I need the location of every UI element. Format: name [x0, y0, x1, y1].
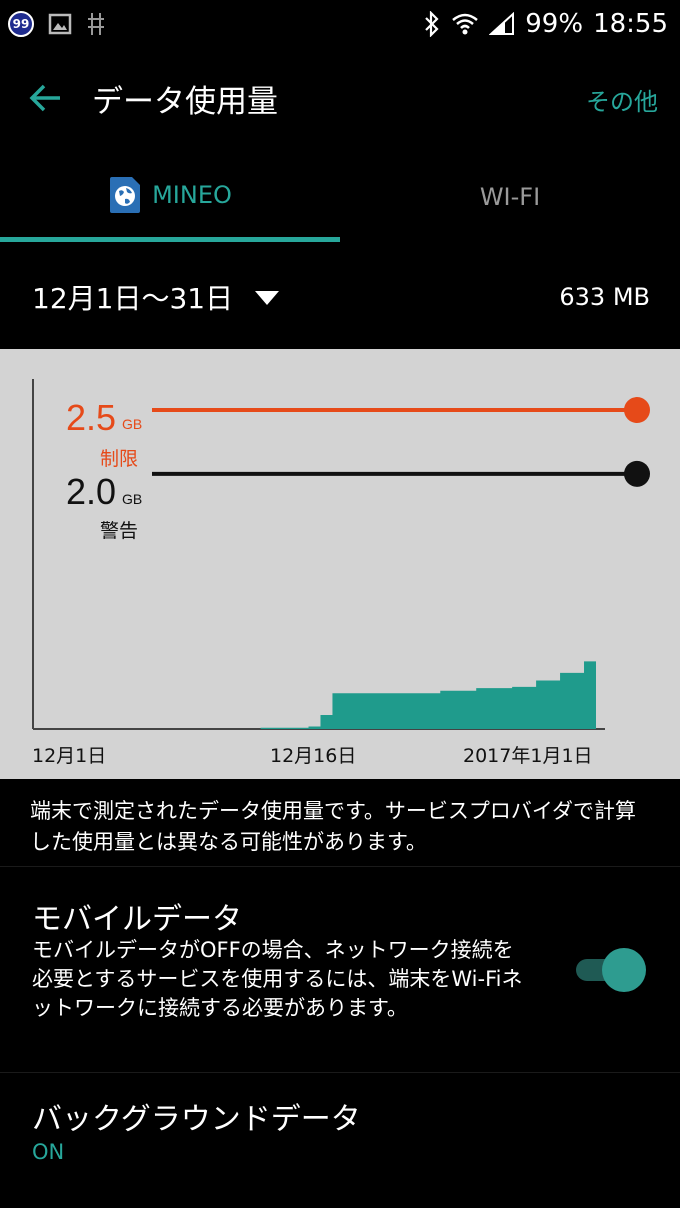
toggle-thumb	[602, 948, 646, 992]
mobile-data-title[interactable]: モバイルデータ	[32, 894, 242, 938]
limit-unit: GB	[122, 416, 143, 432]
x-tick-label: 12月1日	[32, 745, 107, 767]
x-tick-label: 12月16日	[270, 745, 357, 767]
status-time: 18:55	[593, 9, 668, 39]
tab-wifi-label: WI-FI	[479, 183, 541, 211]
page-title: データ使用量	[92, 84, 278, 120]
tab-bar: MINEO WI-FI	[0, 152, 680, 242]
mobile-data-description: モバイルデータがOFFの場合、ネットワーク接続を必要とするサービスを使用するには…	[32, 938, 523, 1020]
mobile-data-toggle[interactable]	[574, 946, 650, 994]
warning-value[interactable]: 2.0	[66, 471, 116, 513]
usage-area	[33, 660, 596, 729]
bluetooth-icon	[425, 11, 439, 37]
back-arrow-icon[interactable]	[24, 76, 68, 120]
limit-handle[interactable]	[624, 397, 650, 424]
total-usage: 633 MB	[559, 283, 650, 311]
tab-mineo[interactable]: MINEO	[0, 152, 340, 242]
warning-handle[interactable]	[624, 460, 650, 487]
background-data-status: ON	[32, 1140, 65, 1164]
limit-label: 制限	[100, 449, 139, 470]
dropdown-arrow-icon[interactable]	[254, 290, 280, 306]
more-button[interactable]: その他	[586, 82, 658, 117]
signal-icon	[489, 12, 515, 35]
divider	[0, 866, 680, 867]
warning-unit: GB	[122, 491, 143, 507]
usage-description: 端末で測定されたデータ使用量です。サービスプロバイダで計算した使用量とは異なる可…	[30, 799, 637, 854]
tab-mineo-label: MINEO	[152, 180, 232, 209]
notification-count-badge: 99	[8, 11, 34, 37]
status-bar: 99 99% 18:55	[0, 0, 680, 48]
usb-debug-icon	[88, 13, 104, 35]
tab-wifi[interactable]: WI-FI	[340, 152, 680, 242]
period-selector[interactable]: 12月1日〜31日	[32, 277, 233, 317]
wifi-icon	[452, 13, 479, 35]
background-data-title[interactable]: バックグラウンドデータ	[32, 1094, 361, 1138]
limit-value[interactable]: 2.5	[66, 397, 116, 439]
app-bar: データ使用量 その他	[0, 48, 680, 152]
billing-period-row: 12月1日〜31日 633 MB	[0, 262, 680, 332]
data-usage-chart: 2.5 GB 制限 2.0 GB 警告 12月1日 12月16日 2017年1月…	[0, 349, 680, 779]
battery-percent: 99%	[525, 9, 584, 39]
x-tick-label: 2017年1月1日	[463, 745, 593, 767]
sim-globe-icon	[110, 176, 141, 213]
gallery-icon	[48, 13, 72, 35]
warning-label: 警告	[100, 521, 139, 542]
divider	[0, 1072, 680, 1073]
